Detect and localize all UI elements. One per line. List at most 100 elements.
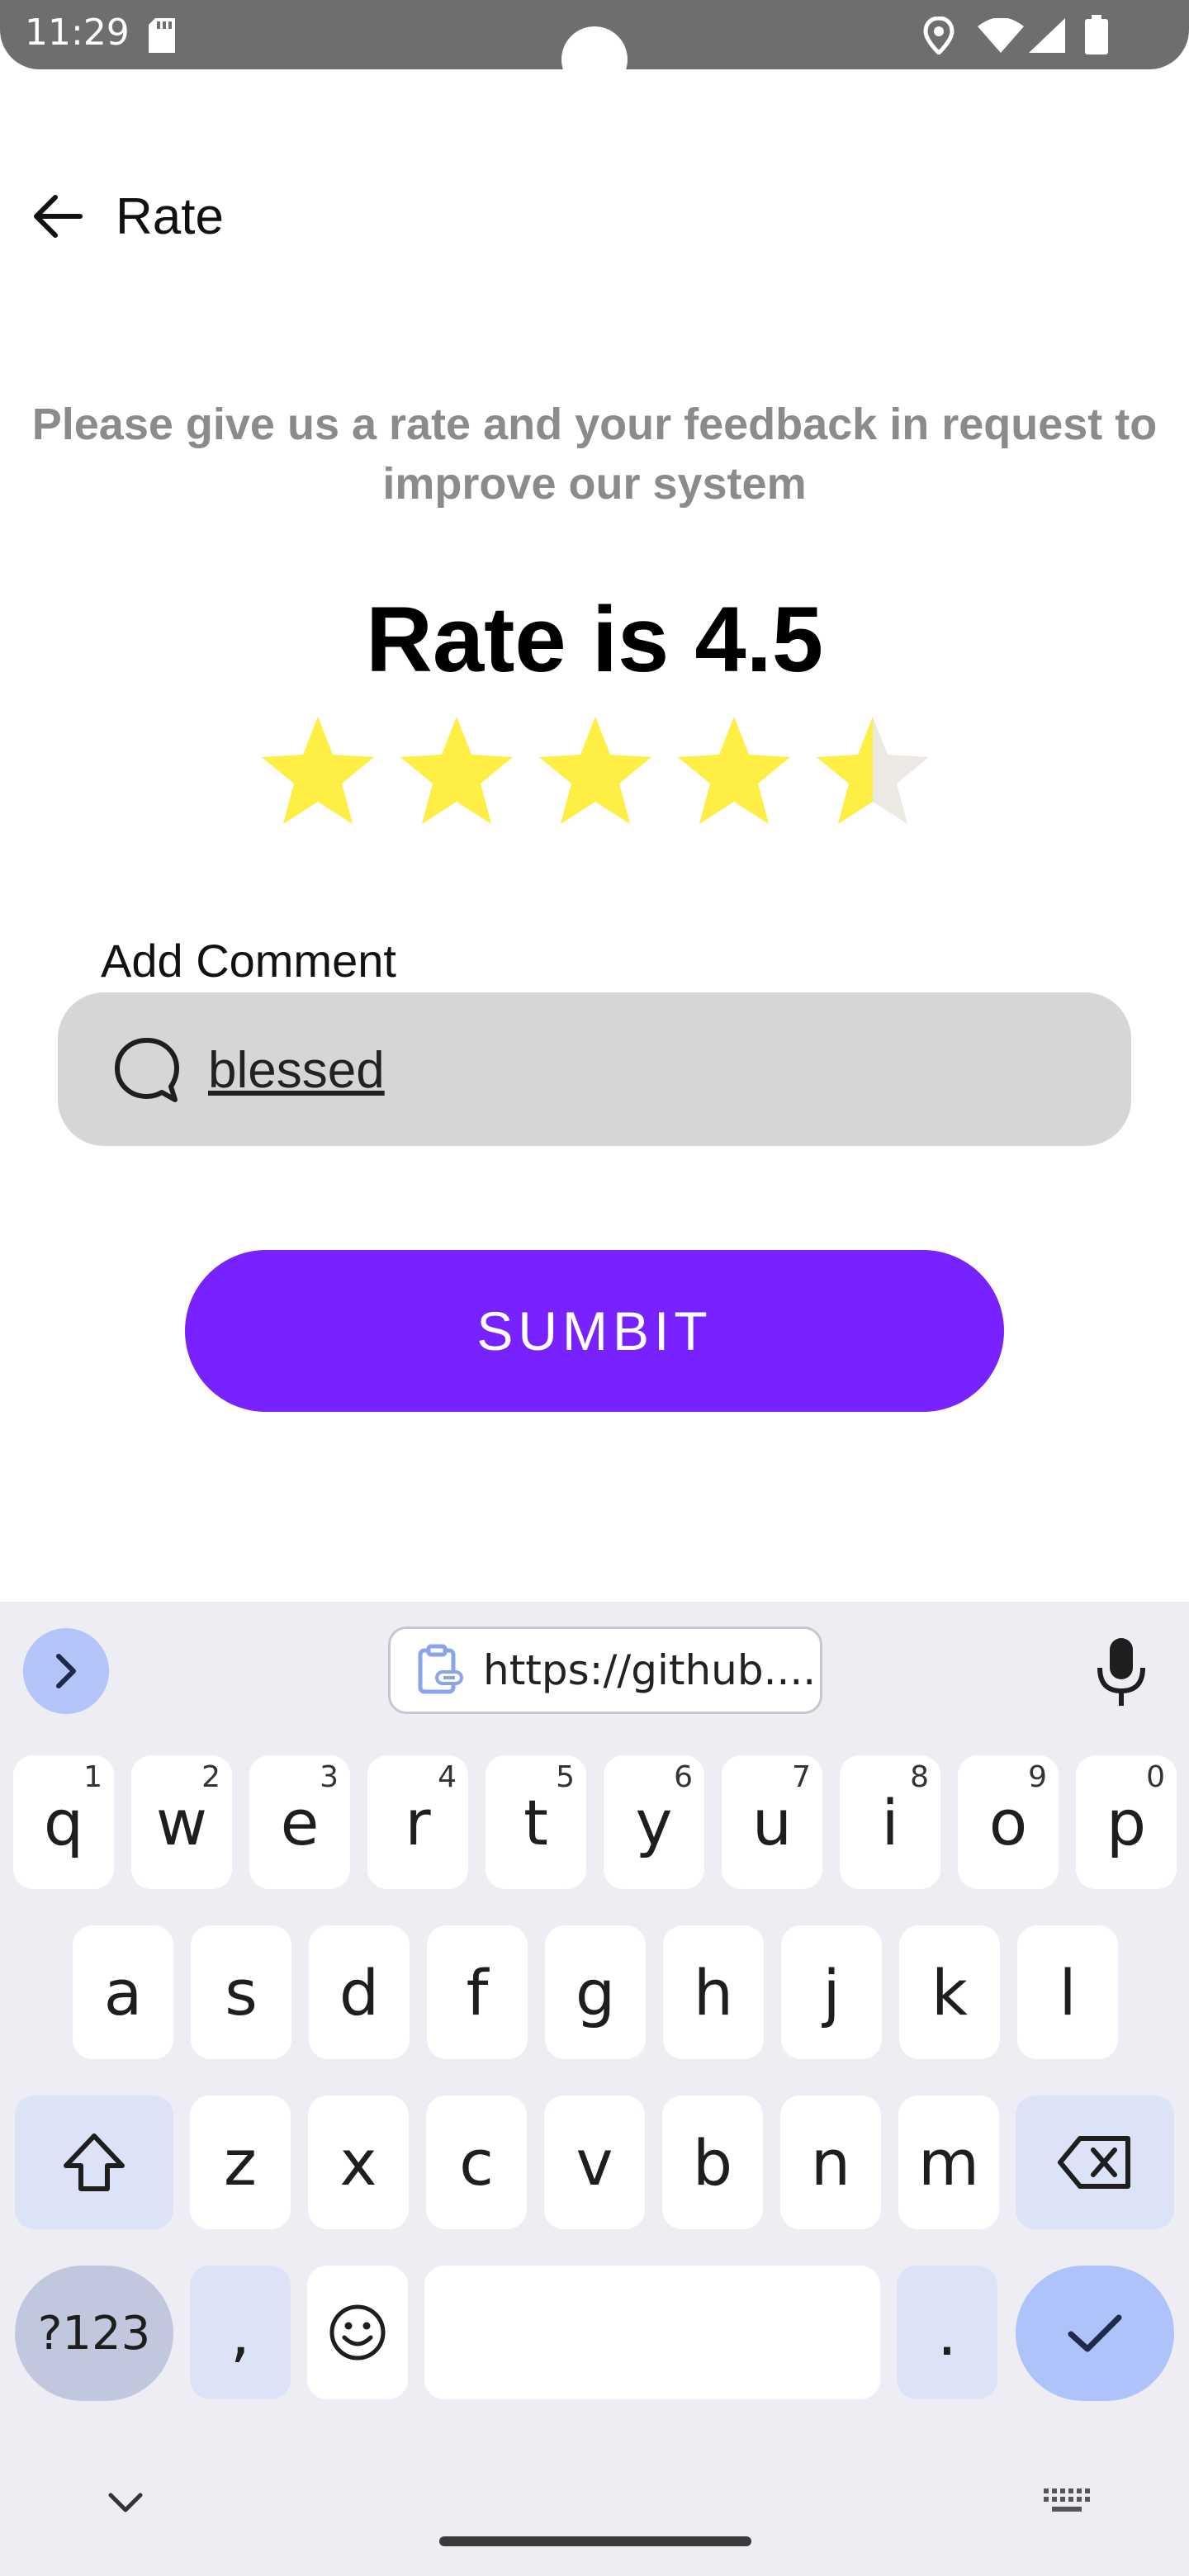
add-comment-label: Add Comment: [101, 935, 396, 987]
comma-key[interactable]: ,: [190, 2266, 291, 2399]
key-q[interactable]: q1: [13, 1755, 114, 1889]
key-label: i: [881, 1785, 899, 1859]
key-label: p: [1106, 1785, 1147, 1859]
comment-input[interactable]: [208, 1025, 1075, 1115]
key-label: g: [575, 1955, 616, 2029]
key-label: m: [917, 2125, 980, 2200]
key-f[interactable]: f: [427, 1925, 528, 2059]
checkmark-icon: [1068, 2314, 1122, 2352]
soft-keyboard: https://github....: [0, 1602, 1189, 2576]
shift-icon: [64, 2133, 125, 2191]
key-label: o: [988, 1785, 1028, 1859]
space-key[interactable]: [424, 2266, 880, 2399]
key-c[interactable]: c: [426, 2095, 527, 2229]
rating-bar[interactable]: [256, 712, 933, 836]
key-label: e: [280, 1785, 320, 1859]
page-title: Rate: [116, 188, 224, 245]
key-label: s: [225, 1955, 258, 2029]
microphone-icon[interactable]: [1093, 1635, 1149, 1709]
key-label: y: [635, 1785, 673, 1859]
key-k[interactable]: k: [899, 1925, 1000, 2059]
key-hint-number: 7: [792, 1760, 811, 1794]
key-b[interactable]: b: [662, 2095, 763, 2229]
backspace-key[interactable]: [1016, 2095, 1174, 2229]
camera-cutout: [561, 26, 628, 92]
key-label: x: [339, 2125, 377, 2200]
backspace-icon: [1058, 2136, 1130, 2189]
sd-card-icon: [149, 18, 175, 53]
home-indicator[interactable]: [439, 2536, 751, 2546]
key-h[interactable]: h: [663, 1925, 764, 2059]
rating-star[interactable]: [533, 712, 657, 836]
key-hint-number: 5: [556, 1760, 575, 1794]
clipboard-link-icon: [418, 1644, 463, 1694]
key-u[interactable]: u7: [722, 1755, 822, 1889]
key-label: z: [224, 2125, 257, 2200]
emoji-key[interactable]: [307, 2266, 408, 2399]
wifi-icon: [978, 18, 1024, 53]
arrow-left-icon: [34, 195, 83, 238]
key-x[interactable]: x: [308, 2095, 409, 2229]
key-z[interactable]: z: [190, 2095, 291, 2229]
rating-star[interactable]: [811, 712, 935, 836]
location-icon: [923, 17, 955, 54]
key-p[interactable]: p0: [1076, 1755, 1177, 1889]
submit-button[interactable]: SUMBIT: [185, 1250, 1004, 1412]
key-label: f: [466, 1955, 489, 2029]
key-label: r: [405, 1785, 431, 1859]
done-key[interactable]: [1016, 2266, 1174, 2401]
key-hint-number: 9: [1028, 1760, 1047, 1794]
chevron-right-icon: [56, 1654, 76, 1688]
key-w[interactable]: w2: [131, 1755, 232, 1889]
key-e[interactable]: e3: [249, 1755, 350, 1889]
rating-star[interactable]: [672, 712, 796, 836]
key-hint-number: 4: [438, 1760, 457, 1794]
key-label: w: [155, 1785, 208, 1859]
key-v[interactable]: v: [544, 2095, 645, 2229]
key-label: b: [692, 2125, 733, 2200]
key-m[interactable]: m: [898, 2095, 999, 2229]
key-o[interactable]: o9: [958, 1755, 1059, 1889]
key-l[interactable]: l: [1017, 1925, 1118, 2059]
key-label: h: [693, 1955, 734, 2029]
keyboard-toolbar: https://github....: [0, 1602, 1189, 1717]
key-hint-number: 2: [201, 1760, 220, 1794]
key-hint-number: 8: [910, 1760, 929, 1794]
key-s[interactable]: s: [191, 1925, 291, 2059]
key-d[interactable]: d: [309, 1925, 410, 2059]
key-a[interactable]: a: [73, 1925, 173, 2059]
rating-star[interactable]: [395, 712, 519, 836]
clipboard-suggestion-chip[interactable]: https://github....: [388, 1627, 822, 1714]
key-label: l: [1059, 1955, 1077, 2029]
key-r[interactable]: r4: [367, 1755, 468, 1889]
emoji-icon: [329, 2304, 386, 2361]
keyboard-expand-button[interactable]: [23, 1628, 109, 1714]
key-label: c: [459, 2125, 494, 2200]
clipboard-text: https://github....: [483, 1646, 817, 1694]
key-i[interactable]: i8: [840, 1755, 940, 1889]
key-y[interactable]: y6: [604, 1755, 704, 1889]
key-label: k: [931, 1955, 968, 2029]
rate-value-heading: Rate is 4.5: [365, 588, 824, 691]
key-g[interactable]: g: [545, 1925, 646, 2059]
key-label: j: [822, 1955, 841, 2029]
key-n[interactable]: n: [780, 2095, 881, 2229]
key-j[interactable]: j: [781, 1925, 882, 2059]
key-hint-number: 3: [320, 1760, 339, 1794]
rating-star[interactable]: [256, 712, 380, 836]
key-t[interactable]: t5: [486, 1755, 586, 1889]
symbols-key[interactable]: ?123: [15, 2266, 173, 2401]
period-key[interactable]: .: [897, 2266, 997, 2399]
back-button[interactable]: [25, 183, 91, 249]
key-hint-number: 0: [1146, 1760, 1165, 1794]
comment-field[interactable]: [58, 992, 1131, 1146]
key-label: t: [523, 1785, 548, 1859]
chevron-down-icon[interactable]: [102, 2487, 149, 2520]
key-hint-number: 1: [83, 1760, 102, 1794]
battery-icon: [1085, 15, 1108, 54]
shift-key[interactable]: [15, 2095, 173, 2229]
key-hint-number: 6: [674, 1760, 693, 1794]
keyboard-switch-icon[interactable]: [1042, 2485, 1090, 2518]
status-time: 11:29: [25, 12, 130, 54]
key-label: q: [43, 1785, 84, 1859]
